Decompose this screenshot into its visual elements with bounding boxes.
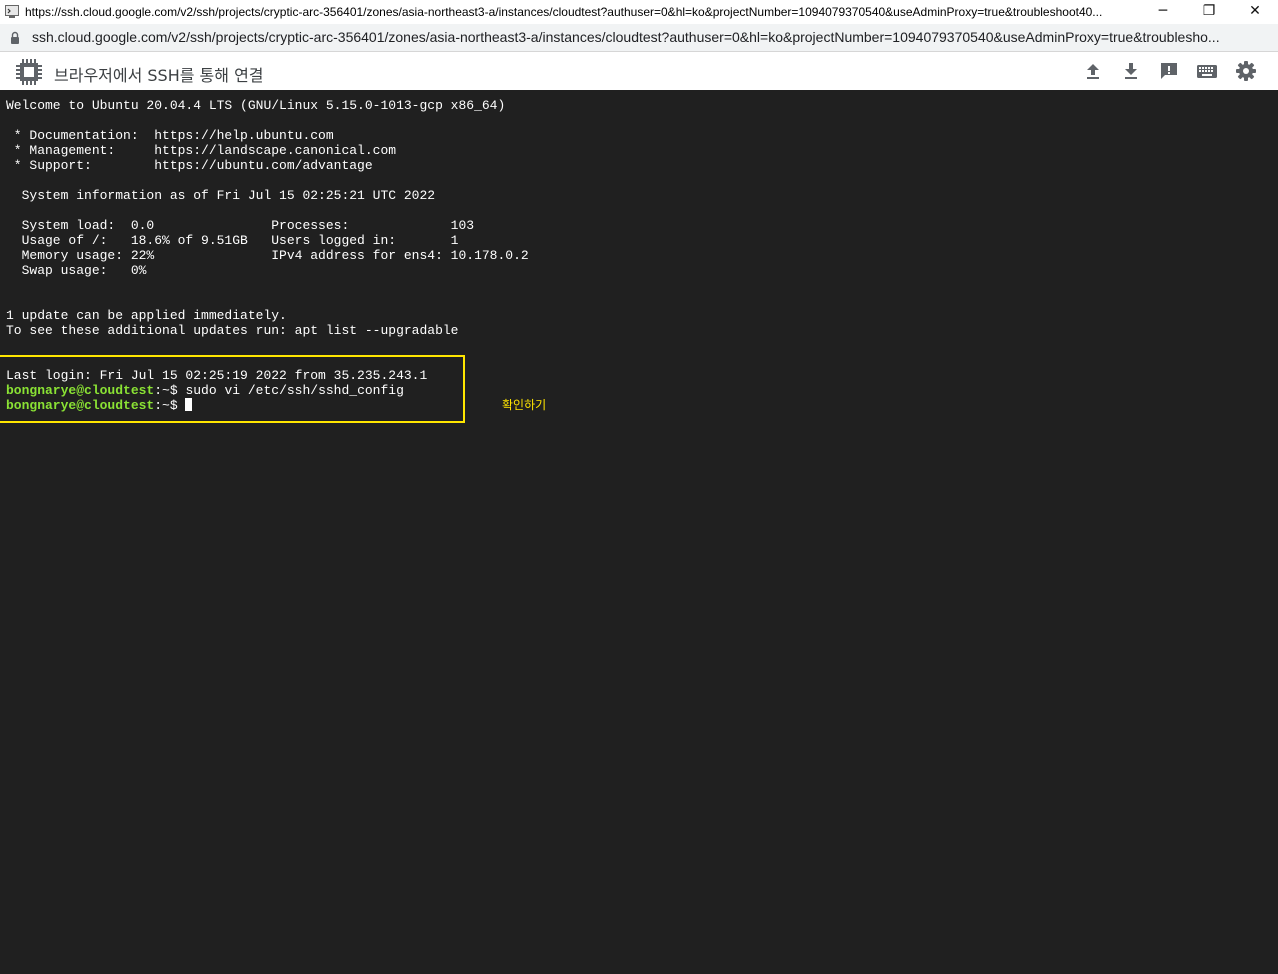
- compute-chip-icon: [16, 59, 42, 85]
- address-bar[interactable]: ssh.cloud.google.com/v2/ssh/projects/cry…: [0, 24, 1278, 52]
- terminal-line: * Management: https://landscape.canonica…: [6, 143, 397, 158]
- terminal[interactable]: Welcome to Ubuntu 20.04.4 LTS (GNU/Linux…: [0, 90, 1278, 974]
- restore-button[interactable]: ❐: [1191, 0, 1227, 24]
- terminal-line: System information as of Fri Jul 15 02:2…: [6, 188, 436, 203]
- page-favicon-icon: [5, 5, 19, 18]
- terminal-line: Swap usage: 0%: [6, 263, 147, 278]
- ssh-toolbar: 브라우저에서 SSH를 통해 연결: [0, 52, 1278, 90]
- settings-icon[interactable]: [1235, 60, 1257, 82]
- minimize-button[interactable]: ─: [1145, 0, 1181, 24]
- page-title: 브라우저에서 SSH를 통해 연결: [54, 66, 264, 85]
- terminal-line: 1 update can be applied immediately.: [6, 308, 287, 323]
- terminal-line: Memory usage: 22% IPv4 address for ens4:…: [6, 248, 529, 263]
- keyboard-icon[interactable]: [1196, 60, 1218, 82]
- close-button[interactable]: ✕: [1237, 0, 1273, 24]
- window-title-bar: https://ssh.cloud.google.com/v2/ssh/proj…: [0, 0, 1278, 24]
- upload-icon[interactable]: [1082, 60, 1104, 82]
- terminal-line: System load: 0.0 Processes: 103: [6, 218, 475, 233]
- terminal-line: Usage of /: 18.6% of 9.51GB Users logged…: [6, 233, 459, 248]
- highlight-box: [0, 355, 465, 423]
- annotation-note: 확인하기: [502, 398, 547, 412]
- download-icon[interactable]: [1120, 60, 1142, 82]
- url-text[interactable]: ssh.cloud.google.com/v2/ssh/projects/cry…: [32, 29, 1267, 45]
- terminal-line: * Documentation: https://help.ubuntu.com: [6, 128, 334, 143]
- terminal-line: Welcome to Ubuntu 20.04.4 LTS (GNU/Linux…: [6, 98, 506, 113]
- feedback-icon[interactable]: [1158, 60, 1180, 82]
- terminal-line: To see these additional updates run: apt…: [6, 323, 459, 338]
- window-title: https://ssh.cloud.google.com/v2/ssh/proj…: [25, 5, 1103, 19]
- terminal-line: * Support: https://ubuntu.com/advantage: [6, 158, 373, 173]
- lock-icon: [11, 31, 19, 44]
